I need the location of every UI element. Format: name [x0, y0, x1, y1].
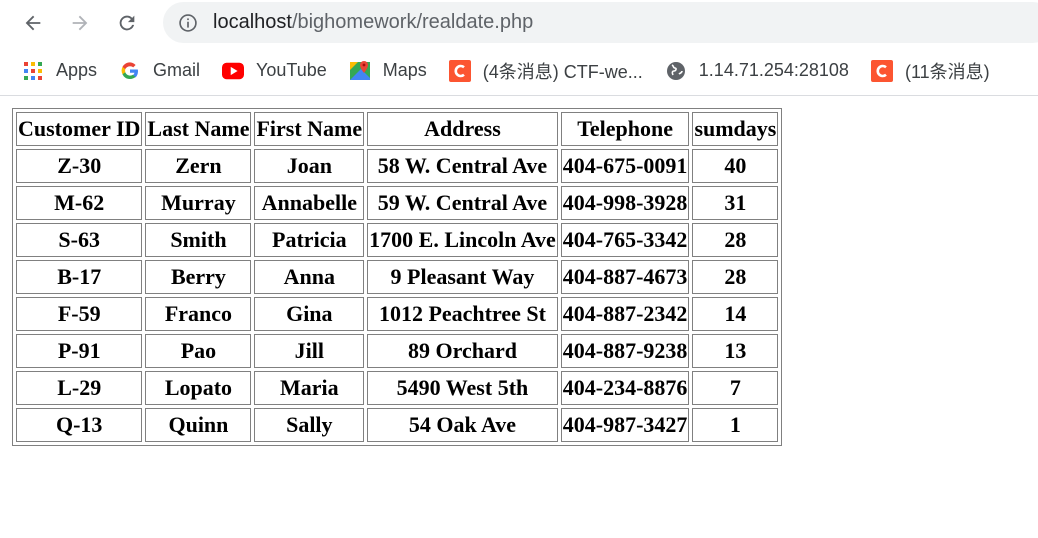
reload-icon	[119, 15, 135, 31]
bookmark-youtube[interactable]: YouTube	[222, 60, 327, 82]
table-cell: 28	[692, 223, 779, 257]
table-cell: Jill	[254, 334, 365, 368]
table-cell: 31	[692, 186, 779, 220]
column-header: Address	[367, 112, 558, 146]
table-row: Q-13 Quinn Sally 54 Oak Ave 404-987-3427…	[16, 408, 779, 442]
page-content: Customer ID Last Name First Name Address…	[0, 96, 1038, 446]
bookmark-label: Maps	[382, 60, 427, 80]
table-cell: 404-765-3342	[560, 223, 690, 257]
arrow-right-icon	[72, 15, 88, 31]
table-cell: Zern	[145, 149, 252, 183]
column-header: Customer ID	[16, 112, 143, 146]
bookmarks-bar: Apps Gmail YouTube Maps (4条消息) CTF-we...…	[0, 46, 1038, 96]
column-header: Telephone	[560, 112, 690, 146]
table-row: M-62 Murray Annabelle 59 W. Central Ave …	[16, 186, 779, 220]
column-header: First Name	[254, 112, 365, 146]
customer-table: Customer ID Last Name First Name Address…	[12, 108, 783, 446]
url-path: /bighomework/realdate.php	[291, 11, 534, 33]
table-cell: 1700 E. Lincoln Ave	[367, 223, 558, 257]
bookmark-csdn-11[interactable]: (11条消息)	[870, 58, 990, 84]
table-cell: Annabelle	[254, 186, 365, 220]
table-cell: Anna	[254, 260, 365, 294]
table-row: P-91 Pao Jill 89 Orchard 404-887-9238 13	[16, 334, 779, 368]
info-icon[interactable]	[177, 12, 199, 34]
table-cell: 89 Orchard	[367, 334, 558, 368]
forward-button[interactable]	[66, 9, 94, 37]
table-cell: Lopato	[145, 371, 252, 405]
table-cell: 404-887-4673	[560, 260, 690, 294]
table-cell: L-29	[16, 371, 143, 405]
bookmark-gmail[interactable]: Gmail	[119, 60, 200, 82]
table-cell: Murray	[145, 186, 252, 220]
apps-grid-icon	[22, 60, 44, 82]
address-bar[interactable]: localhost/bighomework/realdate.php	[163, 2, 1038, 43]
bookmark-label: YouTube	[256, 60, 327, 80]
table-cell: Sally	[254, 408, 365, 442]
bookmark-label: Apps	[56, 60, 98, 80]
table-cell: Berry	[145, 260, 252, 294]
csdn-icon	[448, 59, 471, 82]
table-cell: 58 W. Central Ave	[367, 149, 558, 183]
maps-icon	[349, 60, 371, 82]
table-cell: 59 W. Central Ave	[367, 186, 558, 220]
arrow-left-icon	[25, 15, 41, 31]
csdn-icon	[870, 59, 893, 82]
youtube-icon	[222, 60, 245, 82]
back-button[interactable]	[19, 9, 47, 37]
table-cell: Franco	[145, 297, 252, 331]
table-row: B-17 Berry Anna 9 Pleasant Way 404-887-4…	[16, 260, 779, 294]
table-cell: 404-998-3928	[560, 186, 690, 220]
bookmark-csdn-ctf[interactable]: (4条消息) CTF-we...	[448, 58, 643, 84]
table-row: F-59 Franco Gina 1012 Peachtree St 404-8…	[16, 297, 779, 331]
table-cell: 1012 Peachtree St	[367, 297, 558, 331]
table-cell: 404-234-8876	[560, 371, 690, 405]
bookmark-label: (11条消息)	[904, 61, 990, 82]
table-row: Z-30 Zern Joan 58 W. Central Ave 404-675…	[16, 149, 779, 183]
table-cell: Pao	[145, 334, 252, 368]
table-cell: 404-887-2342	[560, 297, 690, 331]
reload-button[interactable]	[113, 9, 141, 37]
bookmark-label: 1.14.71.254:28108	[698, 60, 849, 80]
url-host: localhost	[213, 11, 292, 33]
bookmark-ip[interactable]: 1.14.71.254:28108	[665, 60, 849, 82]
table-row: L-29 Lopato Maria 5490 West 5th 404-234-…	[16, 371, 779, 405]
table-cell: M-62	[16, 186, 143, 220]
bookmark-maps[interactable]: Maps	[349, 60, 427, 82]
table-cell: 7	[692, 371, 779, 405]
header-row: Customer ID Last Name First Name Address…	[16, 112, 779, 146]
table-cell: Patricia	[254, 223, 365, 257]
table-cell: B-17	[16, 260, 143, 294]
url-text[interactable]: localhost/bighomework/realdate.php	[213, 11, 533, 34]
table-cell: 14	[692, 297, 779, 331]
table-cell: 40	[692, 149, 779, 183]
table-cell: Gina	[254, 297, 365, 331]
table-cell: Q-13	[16, 408, 143, 442]
bookmark-apps[interactable]: Apps	[22, 60, 97, 82]
table-cell: 404-887-9238	[560, 334, 690, 368]
column-header: sumdays	[692, 112, 779, 146]
table-cell: F-59	[16, 297, 143, 331]
table-cell: Z-30	[16, 149, 143, 183]
table-cell: Joan	[254, 149, 365, 183]
table-cell: 54 Oak Ave	[367, 408, 558, 442]
table-cell: 1	[692, 408, 779, 442]
google-g-icon	[119, 60, 141, 82]
table-cell: Quinn	[145, 408, 252, 442]
table-row: S-63 Smith Patricia 1700 E. Lincoln Ave …	[16, 223, 779, 257]
table-cell: 13	[692, 334, 779, 368]
table-cell: P-91	[16, 334, 143, 368]
table-cell: 28	[692, 260, 779, 294]
table-cell: 404-675-0091	[560, 149, 690, 183]
column-header: Last Name	[145, 112, 252, 146]
table-cell: Maria	[254, 371, 365, 405]
globe-icon	[665, 60, 687, 82]
browser-toolbar: localhost/bighomework/realdate.php	[0, 0, 1038, 46]
table-cell: 404-987-3427	[560, 408, 690, 442]
bookmark-label: (4条消息) CTF-we...	[482, 61, 643, 82]
bookmark-label: Gmail	[153, 60, 201, 80]
table-cell: 9 Pleasant Way	[367, 260, 558, 294]
table-cell: Smith	[145, 223, 252, 257]
table-cell: S-63	[16, 223, 143, 257]
table-cell: 5490 West 5th	[367, 371, 558, 405]
